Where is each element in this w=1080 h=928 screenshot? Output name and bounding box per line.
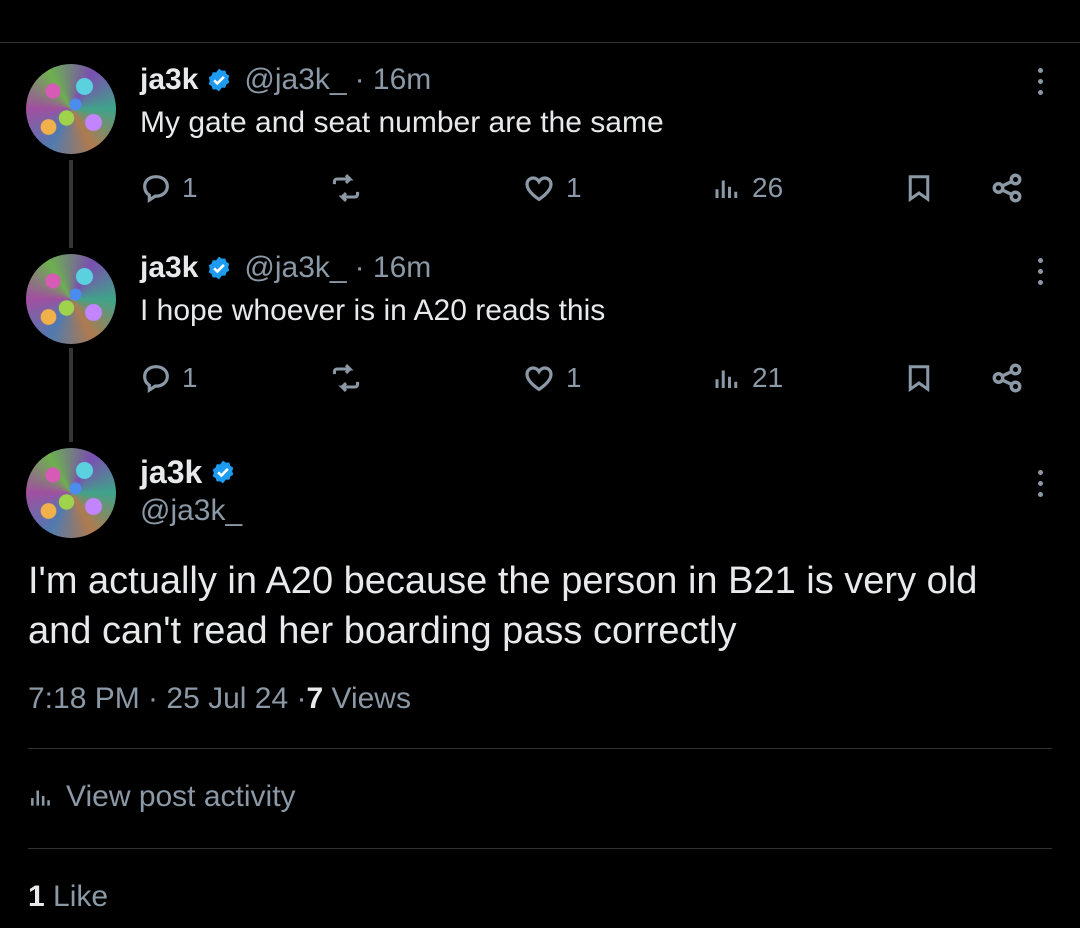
share-icon <box>992 173 1022 203</box>
timestamp[interactable]: · 16m <box>355 63 432 97</box>
verified-icon <box>212 460 234 484</box>
views-count: 7 <box>306 682 324 715</box>
timestamp[interactable]: · 16m <box>355 251 432 285</box>
author-name[interactable]: ja3k <box>140 251 198 285</box>
divider <box>28 748 1052 749</box>
reply-button[interactable]: 1 <box>140 356 198 400</box>
retweet-icon <box>332 174 360 202</box>
avatar[interactable] <box>26 254 116 344</box>
author-handle[interactable]: @ja3k_ <box>244 63 346 97</box>
views-button[interactable]: 21 <box>712 356 783 400</box>
verified-icon <box>209 256 230 280</box>
bookmark-button[interactable] <box>904 166 934 210</box>
thread-line <box>69 348 73 442</box>
tweet-text: I'm actually in A20 because the person i… <box>28 560 978 652</box>
views-count: 26 <box>752 172 784 203</box>
views-label: Views <box>323 682 411 715</box>
more-icon[interactable] <box>1036 68 1044 95</box>
reply-count: 1 <box>182 172 198 203</box>
timestamp[interactable]: 7:18 PM · 25 Jul 24 · <box>28 682 306 716</box>
more-icon[interactable] <box>1036 470 1044 497</box>
views-icon <box>715 370 738 388</box>
share-button[interactable] <box>990 356 1024 400</box>
share-button[interactable] <box>990 166 1024 210</box>
verified-icon <box>209 68 230 92</box>
tweet-actions: 1 1 26 <box>140 166 1040 210</box>
author-name[interactable]: ja3k <box>140 63 198 97</box>
tweet-text: My gate and seat number are the same <box>140 106 664 139</box>
tweet-meta: 7:18 PM · 25 Jul 24 · 7 Views <box>28 682 411 716</box>
share-icon <box>992 363 1022 393</box>
reply-button[interactable]: 1 <box>140 166 198 210</box>
author-handle[interactable]: @ja3k_ <box>244 251 346 285</box>
avatar[interactable] <box>26 448 116 538</box>
reply-count: 1 <box>182 362 198 393</box>
likes-label: Like <box>44 880 109 913</box>
tweet-text: I hope whoever is in A20 reads this <box>140 294 606 327</box>
header-divider <box>0 42 1080 43</box>
activity-label: View post activity <box>66 780 296 813</box>
more-icon[interactable] <box>1036 258 1044 285</box>
views-icon <box>31 790 50 806</box>
views-count: 21 <box>752 362 784 393</box>
bookmark-button[interactable] <box>904 356 934 400</box>
tweet-actions: 1 1 21 <box>140 356 1040 400</box>
views-icon <box>715 180 738 198</box>
retweet-icon <box>332 364 360 392</box>
like-button[interactable]: 1 <box>522 356 582 400</box>
bookmark-icon <box>908 365 930 393</box>
reply-icon <box>143 175 169 203</box>
thread-line <box>69 160 73 248</box>
retweet-button[interactable] <box>328 356 364 400</box>
divider <box>28 848 1052 849</box>
bookmark-icon <box>908 175 930 203</box>
like-count: 1 <box>566 172 582 203</box>
likes-summary[interactable]: 1 Like <box>28 880 108 914</box>
retweet-button[interactable] <box>328 166 364 210</box>
likes-count: 1 <box>28 880 45 913</box>
author-name[interactable]: ja3k <box>140 454 202 491</box>
views-button[interactable]: 26 <box>712 166 783 210</box>
like-icon <box>525 176 553 202</box>
like-button[interactable]: 1 <box>522 166 582 210</box>
view-post-activity-button[interactable]: View post activity <box>28 780 296 814</box>
like-icon <box>525 366 553 392</box>
author-handle[interactable]: @ja3k_ <box>140 494 242 528</box>
reply-icon <box>143 365 169 393</box>
avatar[interactable] <box>26 64 116 154</box>
like-count: 1 <box>566 362 582 393</box>
